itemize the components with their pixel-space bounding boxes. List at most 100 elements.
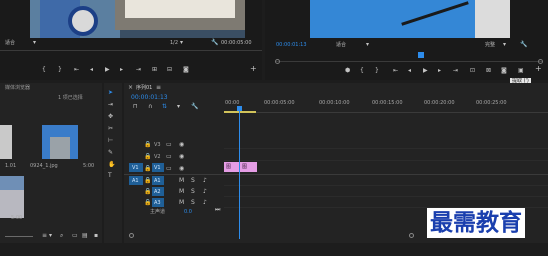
lock-icon[interactable]: 🔒 [144,154,151,160]
mic-icon[interactable]: ♪ [203,189,207,195]
sequence-tab[interactable]: 序列01 [136,85,152,91]
mute-icon[interactable]: M [179,178,184,184]
source-fit-select[interactable]: 适合 [5,40,15,46]
source-scrub-bar[interactable] [0,47,262,51]
add-marker-icon[interactable]: ▾ [177,104,180,110]
mark-in-icon[interactable]: { [42,67,46,73]
hand-tool-icon[interactable]: ✋ [108,162,115,168]
close-icon[interactable]: × [128,85,133,91]
go-to-out-icon[interactable]: ⇥ [453,68,458,74]
slip-tool-icon[interactable]: ⊢ [108,138,113,144]
insert-icon[interactable]: ⊞ [152,67,157,73]
clip-thumbnail[interactable] [0,125,12,159]
track-label-v3[interactable]: V3 [154,142,161,148]
eye-icon[interactable]: ◉ [179,142,184,148]
mic-icon[interactable]: ♪ [203,200,207,206]
solo-icon[interactable]: S [191,189,195,195]
program-playhead[interactable] [418,52,424,58]
lock-icon[interactable]: 🔒 [144,200,151,206]
eye-icon[interactable]: ◉ [179,154,184,160]
trash-icon[interactable]: ▪ [94,233,98,239]
track-label-v1: V1 [154,165,161,171]
go-to-end-icon[interactable]: ⏭ [215,207,220,213]
sync-lock-icon[interactable]: ▭ [166,166,172,172]
new-item-icon[interactable]: ▤ [82,233,88,239]
lift-icon[interactable]: ⊡ [470,68,475,74]
mark-in-icon[interactable]: { [360,68,364,74]
program-quality-select[interactable]: 完整 [485,42,495,48]
sort-icon[interactable]: ≡ [42,233,47,239]
snap-icon[interactable]: ∩ [148,104,152,110]
ruler-label: 00:00:25:00 [476,100,507,106]
mute-icon[interactable]: M [179,189,184,195]
solo-icon[interactable]: S [191,200,195,206]
go-to-in-icon[interactable]: ⇤ [74,67,79,73]
step-back-icon[interactable]: ◂ [408,68,411,74]
lock-icon[interactable]: 🔒 [144,189,151,195]
razor-tool-icon[interactable]: ✂ [108,126,113,132]
go-to-out-icon[interactable]: ⇥ [136,67,141,73]
ripple-edit-tool-icon[interactable]: ✥ [108,114,113,120]
add-button-icon[interactable]: + [535,65,542,73]
sync-lock-icon[interactable]: ▭ [166,142,172,148]
pen-tool-icon[interactable]: ✎ [108,150,113,156]
extract-icon[interactable]: ⊠ [486,68,491,74]
mic-icon[interactable]: ♪ [203,178,207,184]
clip-thumbnail[interactable] [42,125,78,159]
chevron-down-icon[interactable]: ▾ [180,40,183,46]
selection-tool-icon[interactable]: ➤ [108,90,113,96]
sequence-timecode[interactable]: 00:00:01:13 [131,95,168,101]
mute-icon[interactable]: M [179,200,184,206]
new-bin-icon[interactable]: ▭ [72,233,78,239]
chevron-down-icon[interactable]: ▾ [503,42,506,48]
program-timecode[interactable]: 00:00:01:13 [276,42,307,48]
chevron-down-icon[interactable]: ▾ [33,40,36,46]
chevron-down-icon[interactable]: ▾ [49,233,52,239]
lock-icon[interactable]: 🔒 [144,178,151,184]
add-button-icon[interactable]: + [250,65,257,73]
search-icon[interactable]: ⌕ [60,233,63,239]
solo-icon[interactable]: S [191,178,195,184]
overwrite-icon[interactable]: ⊟ [167,67,172,73]
playhead-line [239,111,240,239]
marker-icon[interactable]: ⬢ [345,68,350,74]
thumbnail-zoom-slider[interactable] [5,236,33,237]
scroll-handle-end[interactable] [409,233,414,238]
chevron-down-icon[interactable]: ▾ [366,42,369,48]
lock-icon[interactable]: 🔒 [144,142,151,148]
linked-selection-icon[interactable]: ⇅ [162,104,167,110]
clip-thumbnail[interactable] [0,176,24,218]
wrench-icon[interactable]: 🔧 [211,40,218,46]
go-to-in-icon[interactable]: ⇤ [393,68,398,74]
sync-lock-icon[interactable]: ▭ [166,154,172,160]
work-area-bar[interactable] [224,111,256,113]
compare-icon[interactable]: ▣ [518,68,524,74]
media-browser-tab[interactable]: 媒体浏览器 [5,85,30,91]
lock-icon[interactable]: 🔒 [144,166,151,172]
menu-icon[interactable]: ≡ [156,85,161,91]
source-page-select[interactable]: 1/2 [170,40,178,46]
back-arrow-sign [68,6,98,36]
master-volume-value[interactable]: 0.0 [184,209,192,215]
step-forward-icon[interactable]: ▸ [120,67,123,73]
camera-icon[interactable]: ◙ [501,68,507,74]
step-back-icon[interactable]: ◂ [90,67,93,73]
mark-out-icon[interactable]: } [58,67,62,73]
play-icon[interactable]: ▶ [423,68,428,74]
play-icon[interactable]: ▶ [105,67,110,73]
step-forward-icon[interactable]: ▸ [438,68,441,74]
wrench-icon[interactable]: 🔧 [520,42,527,48]
eye-icon[interactable]: ◉ [179,166,184,172]
program-zoom-start[interactable] [275,59,280,64]
program-monitor-frame [310,0,510,38]
program-fit-select[interactable]: 适合 [336,42,346,48]
scroll-handle-start[interactable] [129,233,134,238]
program-scrub-bar[interactable] [275,52,543,62]
nest-icon[interactable]: ⊓ [133,104,138,110]
track-label-v2[interactable]: V2 [154,154,161,160]
type-tool-icon[interactable]: T [108,173,112,179]
wrench-icon[interactable]: 🔧 [191,104,198,110]
track-select-tool-icon[interactable]: ⇥ [108,102,113,108]
camera-icon[interactable]: ◙ [183,67,189,73]
mark-out-icon[interactable]: } [375,68,379,74]
